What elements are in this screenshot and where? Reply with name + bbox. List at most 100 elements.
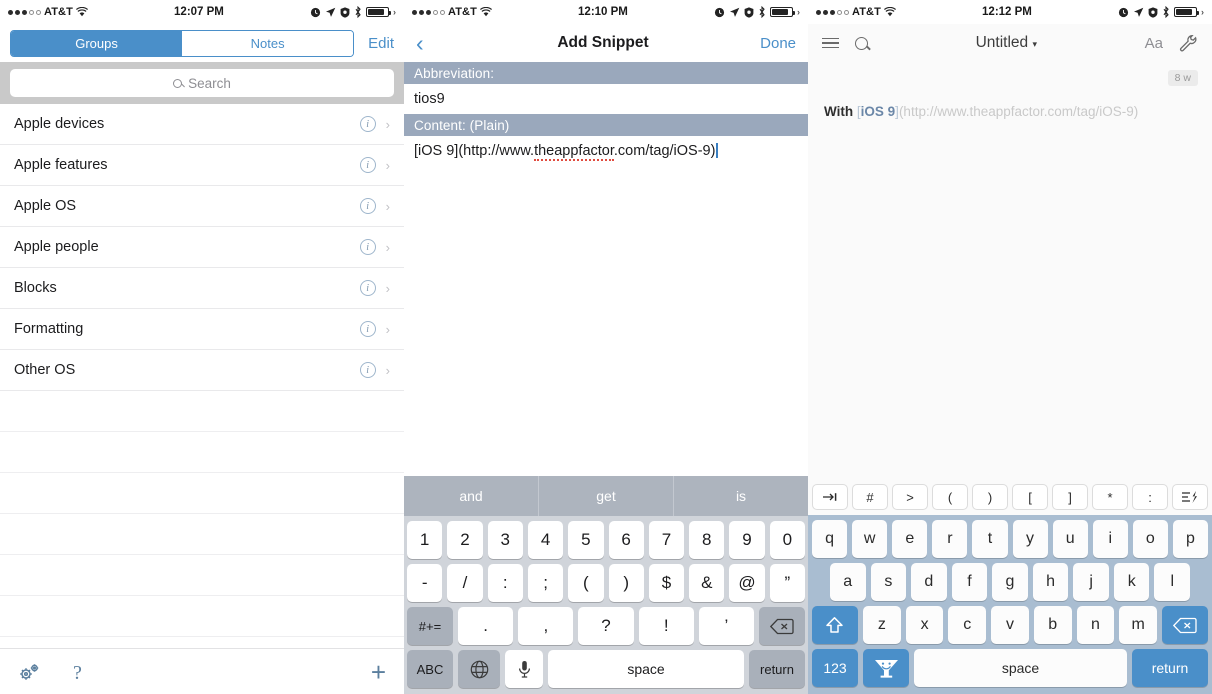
key-return[interactable]: return xyxy=(1132,649,1208,687)
tab-groups[interactable]: Groups xyxy=(11,30,183,56)
help-question-icon[interactable]: ? xyxy=(70,661,88,683)
snippet-expand-icon[interactable] xyxy=(1172,484,1208,510)
key-u[interactable]: u xyxy=(1052,520,1088,558)
content-input[interactable]: [iOS 9](http://www.theappfactor.com/tag/… xyxy=(404,136,808,166)
key-i[interactable]: i xyxy=(1092,520,1128,558)
back-button[interactable]: ‹ xyxy=(416,31,456,55)
add-plus-icon[interactable]: + xyxy=(371,659,386,685)
key-quote[interactable]: ” xyxy=(769,564,805,602)
key-w[interactable]: w xyxy=(852,520,888,558)
key-8[interactable]: 8 xyxy=(689,521,725,559)
key-hyphen[interactable]: - xyxy=(407,564,443,602)
key-return[interactable]: return xyxy=(749,650,805,688)
key-exclamation[interactable]: ! xyxy=(638,607,694,645)
key-dictation-mic[interactable] xyxy=(505,650,543,688)
list-item[interactable]: Blocks i › xyxy=(0,268,404,309)
key-e[interactable]: e xyxy=(892,520,928,558)
key-paren-open[interactable]: ( xyxy=(568,564,604,602)
key-h[interactable]: h xyxy=(1032,563,1069,601)
key-apostrophe[interactable]: ’ xyxy=(698,607,755,645)
key-y[interactable]: y xyxy=(1012,520,1048,558)
key-p[interactable]: p xyxy=(1172,520,1208,558)
key-c[interactable]: c xyxy=(948,606,987,644)
key-1[interactable]: 1 xyxy=(407,521,443,559)
key-tab[interactable] xyxy=(812,484,848,510)
key-shift[interactable] xyxy=(811,606,858,644)
list-item[interactable]: Apple OS i › xyxy=(0,186,404,227)
list-item[interactable]: Other OS i › xyxy=(0,350,404,391)
key-space[interactable]: space xyxy=(914,649,1127,687)
key-3[interactable]: 3 xyxy=(487,521,523,559)
key-bracket-open[interactable]: [ xyxy=(1012,484,1048,510)
menu-icon[interactable] xyxy=(822,37,839,49)
done-button[interactable]: Done xyxy=(750,35,796,52)
key-dollar[interactable]: $ xyxy=(648,564,685,602)
key-abc[interactable]: ABC xyxy=(407,650,453,688)
search-icon[interactable] xyxy=(855,36,868,50)
key-s[interactable]: s xyxy=(870,563,907,601)
search-input[interactable]: Search xyxy=(10,69,394,97)
key-l[interactable]: l xyxy=(1154,563,1191,601)
key-symbols-shift[interactable]: #+= xyxy=(407,607,453,645)
key-paren-open[interactable]: ( xyxy=(932,484,968,510)
key-q[interactable]: q xyxy=(812,520,848,558)
key-period[interactable]: . xyxy=(458,607,514,645)
key-o[interactable]: o xyxy=(1132,520,1168,558)
key-colon[interactable]: : xyxy=(1132,484,1168,510)
key-r[interactable]: r xyxy=(932,520,968,558)
key-6[interactable]: 6 xyxy=(608,521,644,559)
info-icon[interactable]: i xyxy=(359,239,376,255)
prediction-0[interactable]: and xyxy=(404,476,538,516)
key-7[interactable]: 7 xyxy=(648,521,685,559)
key-j[interactable]: j xyxy=(1073,563,1109,601)
info-icon[interactable]: i xyxy=(359,280,376,296)
key-d[interactable]: d xyxy=(911,563,947,601)
key-f[interactable]: f xyxy=(951,563,988,601)
font-size-icon[interactable]: Aa xyxy=(1145,35,1163,52)
tab-notes[interactable]: Notes xyxy=(182,30,354,56)
textexpander-logo-icon[interactable] xyxy=(863,649,909,687)
prediction-2[interactable]: is xyxy=(673,476,808,516)
prediction-1[interactable]: get xyxy=(538,476,673,516)
key-bracket-close[interactable]: ] xyxy=(1052,484,1088,510)
list-item[interactable]: Apple devices i › xyxy=(0,104,404,145)
key-delete[interactable] xyxy=(1162,606,1209,644)
settings-gears-icon[interactable] xyxy=(18,662,42,682)
key-z[interactable]: z xyxy=(862,606,901,644)
key-numbers[interactable]: 123 xyxy=(812,649,858,687)
key-ampersand[interactable]: & xyxy=(689,564,725,602)
segmented-control[interactable]: Groups Notes xyxy=(10,29,355,57)
list-item[interactable]: Formatting i › xyxy=(0,309,404,350)
key-n[interactable]: n xyxy=(1076,606,1115,644)
key-k[interactable]: k xyxy=(1113,563,1150,601)
key-5[interactable]: 5 xyxy=(568,521,604,559)
key-space[interactable]: space xyxy=(548,650,744,688)
key-0[interactable]: 0 xyxy=(769,521,805,559)
key-globe[interactable] xyxy=(458,650,500,688)
key-semicolon[interactable]: ; xyxy=(527,564,564,602)
abbreviation-input[interactable]: tios9 xyxy=(404,84,808,114)
key-hash[interactable]: # xyxy=(852,484,888,510)
key-delete[interactable] xyxy=(759,607,806,645)
key-slash[interactable]: / xyxy=(447,564,483,602)
info-icon[interactable]: i xyxy=(359,116,376,132)
key-comma[interactable]: , xyxy=(518,607,574,645)
key-4[interactable]: 4 xyxy=(527,521,564,559)
key-m[interactable]: m xyxy=(1119,606,1158,644)
note-text[interactable]: With [iOS 9](http://www.theappfactor.com… xyxy=(824,62,1196,122)
key-9[interactable]: 9 xyxy=(729,521,765,559)
key-v[interactable]: v xyxy=(991,606,1029,644)
key-asterisk[interactable]: * xyxy=(1092,484,1128,510)
key-g[interactable]: g xyxy=(992,563,1028,601)
info-icon[interactable]: i xyxy=(359,321,376,337)
key-b[interactable]: b xyxy=(1033,606,1072,644)
key-a[interactable]: a xyxy=(829,563,866,601)
key-x[interactable]: x xyxy=(905,606,944,644)
wrench-icon[interactable] xyxy=(1179,34,1198,53)
key-colon[interactable]: : xyxy=(487,564,523,602)
edit-button[interactable]: Edit xyxy=(364,35,394,52)
key-question[interactable]: ? xyxy=(578,607,634,645)
key-t[interactable]: t xyxy=(972,520,1008,558)
key-paren-close[interactable]: ) xyxy=(608,564,644,602)
key-paren-close[interactable]: ) xyxy=(972,484,1008,510)
